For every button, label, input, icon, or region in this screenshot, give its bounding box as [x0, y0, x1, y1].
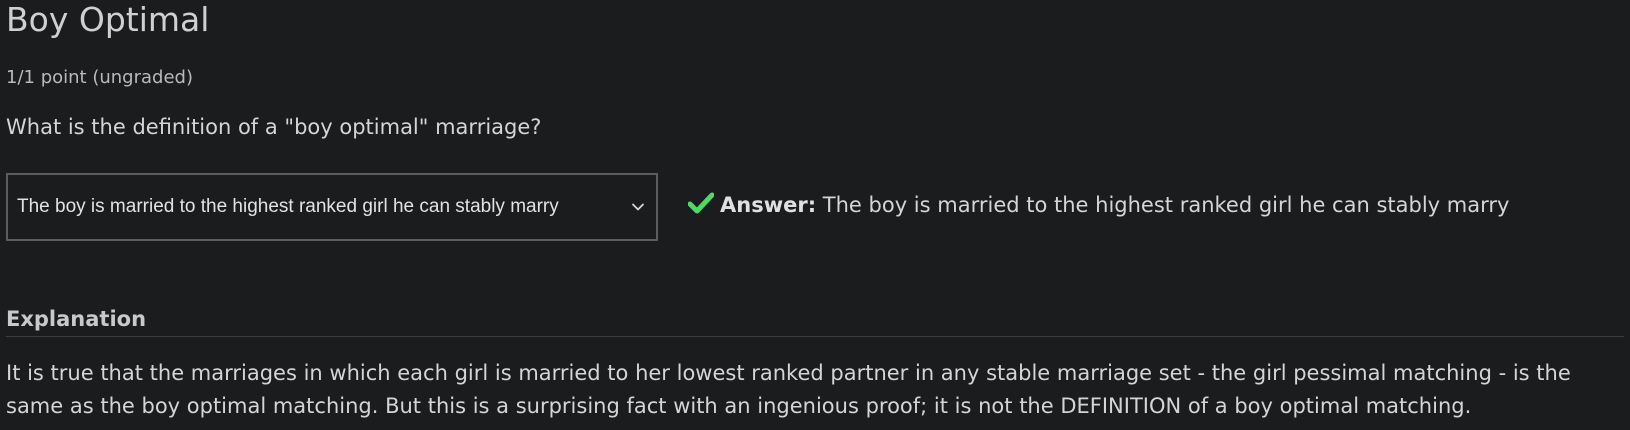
answer-label: Answer: — [720, 193, 817, 217]
answer-text: The boy is married to the highest ranked… — [822, 193, 1510, 217]
chevron-down-icon — [632, 203, 644, 211]
answer-dropdown[interactable]: The boy is married to the highest ranked… — [6, 173, 658, 241]
explanation-body: It is true that the marriages in which e… — [6, 361, 1571, 418]
divider — [6, 336, 1624, 337]
problem-points: 1/1 point (ungraded) — [6, 67, 193, 88]
question-text: What is the definition of a "boy optimal… — [6, 115, 542, 139]
answer-feedback: Answer: The boy is married to the highes… — [688, 191, 1509, 219]
dropdown-selected-value: The boy is married to the highest ranked… — [17, 196, 559, 217]
check-icon — [688, 192, 714, 214]
problem-title: Boy Optimal — [6, 0, 210, 39]
explanation-heading: Explanation — [6, 307, 147, 331]
